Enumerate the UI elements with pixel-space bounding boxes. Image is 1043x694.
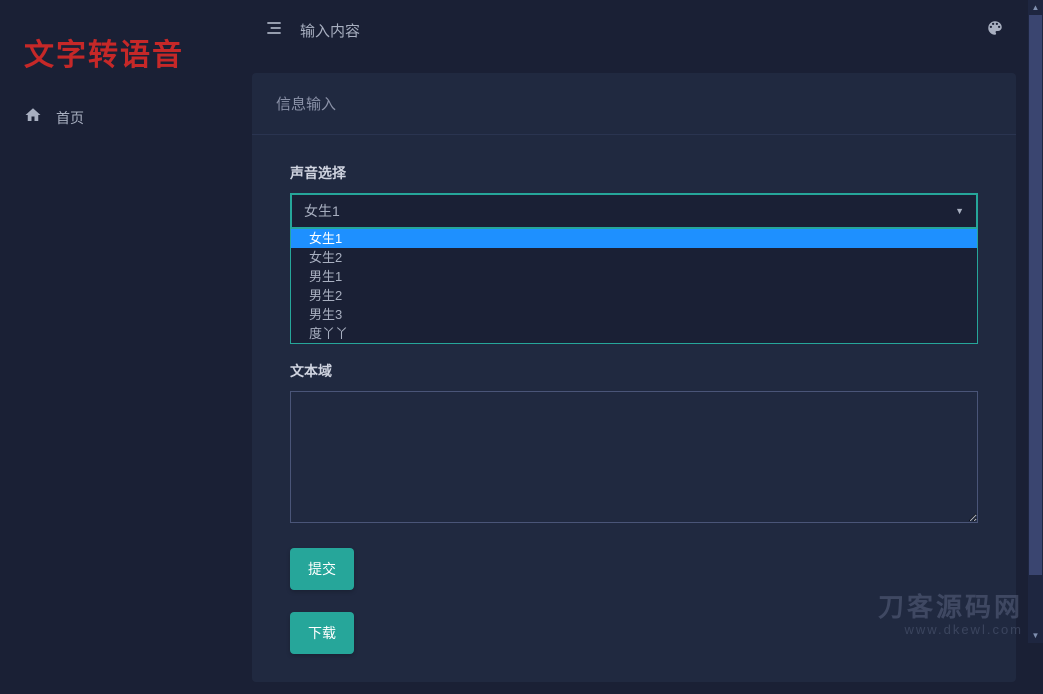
voice-dropdown: 女生1 女生2 男生1 男生2 男生3 度丫丫 xyxy=(290,229,978,344)
scrollbar-thumb[interactable] xyxy=(1029,15,1042,575)
menu-toggle-icon[interactable] xyxy=(264,18,284,43)
sidebar: 文字转语音 首页 xyxy=(0,0,240,643)
home-icon xyxy=(24,106,42,129)
vertical-scrollbar[interactable]: ▲ ▼ xyxy=(1028,0,1043,643)
voice-option[interactable]: 男生1 xyxy=(291,267,977,286)
theme-palette-icon[interactable] xyxy=(986,19,1004,42)
voice-select-label: 声音选择 xyxy=(290,163,978,183)
scrollbar-track[interactable] xyxy=(1028,15,1043,628)
page-title: 输入内容 xyxy=(300,20,360,41)
voice-select[interactable]: 女生1 ▼ xyxy=(290,193,978,229)
card-title: 信息输入 xyxy=(252,73,1016,135)
form-card: 信息输入 声音选择 女生1 ▼ 女生1 女生2 男生1 xyxy=(252,73,1016,682)
text-input[interactable] xyxy=(290,391,978,523)
voice-option[interactable]: 男生2 xyxy=(291,286,977,305)
voice-option[interactable]: 女生2 xyxy=(291,248,977,267)
sidebar-item-label: 首页 xyxy=(56,108,84,128)
chevron-down-icon: ▼ xyxy=(955,206,964,216)
voice-option[interactable]: 女生1 xyxy=(291,229,977,248)
download-button[interactable]: 下载 xyxy=(290,612,354,654)
voice-option[interactable]: 男生3 xyxy=(291,305,977,324)
scroll-up-arrow-icon[interactable]: ▲ xyxy=(1028,0,1043,15)
header: 输入内容 xyxy=(240,0,1028,61)
scroll-down-arrow-icon[interactable]: ▼ xyxy=(1028,628,1043,643)
main-area: 输入内容 信息输入 声音选择 女生1 ▼ xyxy=(240,0,1028,643)
voice-option[interactable]: 度丫丫 xyxy=(291,324,977,343)
submit-button[interactable]: 提交 xyxy=(290,548,354,590)
voice-select-value: 女生1 xyxy=(304,201,340,221)
sidebar-item-home[interactable]: 首页 xyxy=(0,94,240,141)
app-logo: 文字转语音 xyxy=(0,0,240,94)
textarea-label: 文本域 xyxy=(290,361,978,381)
